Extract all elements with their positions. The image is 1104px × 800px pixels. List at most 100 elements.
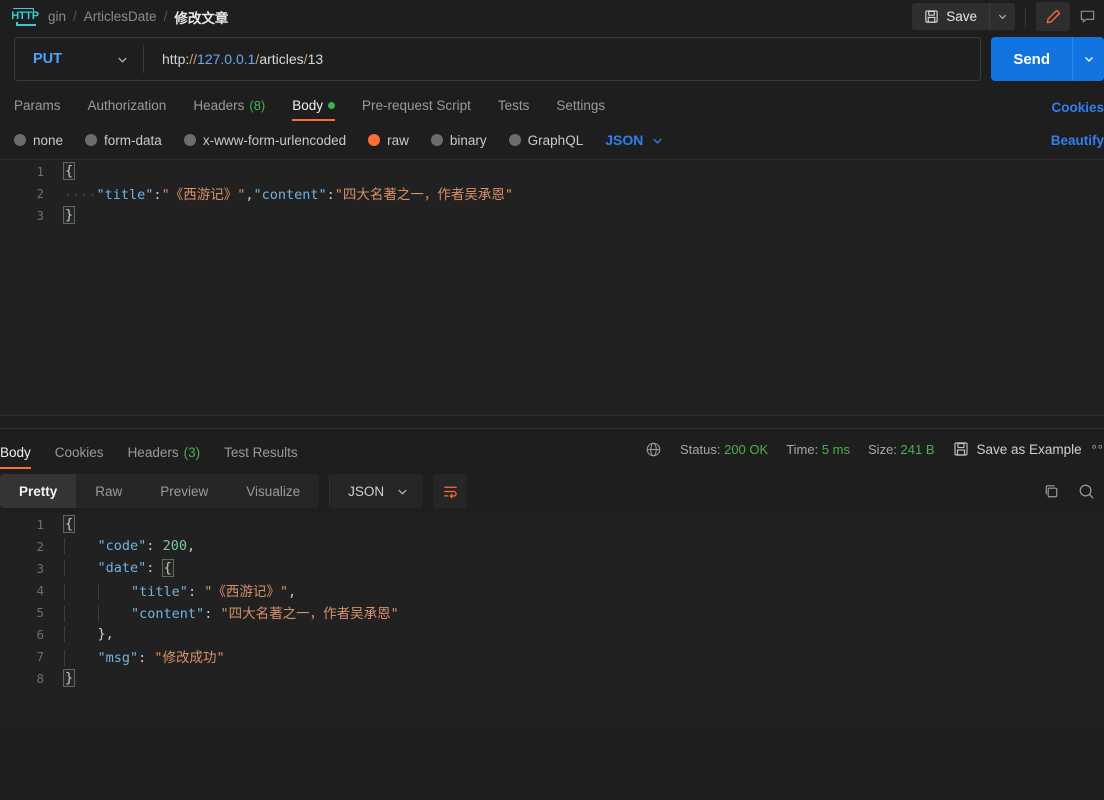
code-line: 1 { [0, 160, 1104, 182]
json-key: "content" [131, 606, 205, 622]
view-tab-visualize[interactable]: Visualize [227, 474, 319, 508]
method-selector[interactable]: PUT [15, 51, 143, 67]
save-button-label: Save [946, 9, 977, 24]
tab-settings[interactable]: Settings [556, 98, 605, 121]
breadcrumb-item-collection[interactable]: ArticlesDate [84, 9, 157, 24]
beautify-link[interactable]: Beautify [1051, 133, 1104, 148]
tab-pre-request-script[interactable]: Pre-request Script [362, 98, 471, 121]
chevron-down-icon [651, 134, 664, 147]
url-path-segment: articles [259, 51, 304, 67]
response-body-editor[interactable]: 1 { 2 "code": 200, 3 "date": { 4 "title"… [0, 513, 1104, 728]
comment-icon [1079, 8, 1096, 25]
chevron-down-icon [1083, 53, 1095, 65]
request-body-editor[interactable]: 1 { 2 ····"title":"《西游记》","content":"四大名… [0, 159, 1104, 415]
response-tab-body[interactable]: Body [0, 445, 31, 469]
code-content: }, [58, 626, 114, 642]
http-protocol-icon: HTTP [10, 6, 40, 28]
url-input[interactable]: http://127.0.0.1/articles/13 [144, 51, 980, 67]
response-tab-cookies[interactable]: Cookies [55, 445, 104, 469]
table-row: 2 "code": 200, [0, 535, 1104, 557]
body-type-form-data[interactable]: form-data [85, 133, 162, 148]
table-row: 4 "title": "《西游记》", [0, 579, 1104, 601]
save-options-button[interactable] [989, 3, 1015, 30]
radio-icon-selected [368, 134, 381, 146]
breadcrumb: gin / ArticlesDate / 修改文章 [48, 7, 228, 27]
tab-headers-count: (8) [249, 98, 266, 113]
code-content: "title": "《西游记》", [58, 580, 296, 600]
response-tab-headers[interactable]: Headers (3) [128, 445, 201, 469]
radio-icon [430, 134, 443, 146]
code-line: 2 ····"title":"《西游记》","content":"四大名著之一，… [0, 182, 1104, 204]
body-type-binary[interactable]: binary [430, 133, 487, 148]
send-button[interactable]: Send [991, 51, 1072, 68]
response-tab-test-results[interactable]: Test Results [224, 445, 298, 469]
body-modified-dot-icon [328, 102, 336, 109]
save-as-example-button[interactable]: Save as Example [953, 441, 1082, 457]
tab-authorization-label: Authorization [87, 98, 167, 113]
body-type-urlencoded[interactable]: x-www-form-urlencoded [183, 133, 346, 148]
line-number: 6 [36, 626, 44, 642]
cookies-link[interactable]: Cookies [1051, 100, 1104, 115]
line-number: 8 [36, 670, 44, 686]
response-format-selector[interactable]: JSON [329, 474, 424, 508]
copy-icon [1042, 482, 1061, 501]
toolbar-divider [1025, 6, 1026, 27]
json-trail: , [186, 538, 196, 554]
view-tab-raw[interactable]: Raw [76, 474, 141, 508]
top-bar-actions: Save [912, 0, 1104, 33]
breadcrumb-item-workspace[interactable]: gin [48, 9, 66, 24]
send-options-button[interactable] [1072, 37, 1104, 81]
body-format-selector[interactable]: JSON [605, 132, 664, 148]
code-content: } [62, 669, 76, 687]
tab-body-label: Body [292, 98, 324, 113]
copy-button[interactable] [1042, 482, 1061, 501]
tab-body[interactable]: Body [292, 98, 336, 121]
wrap-lines-icon [442, 483, 459, 500]
tab-authorization[interactable]: Authorization [88, 98, 167, 121]
json-value: 200 [162, 538, 187, 554]
line-number: 1 [36, 516, 44, 532]
response-format-control[interactable]: JSON [329, 474, 423, 508]
code-content: { [62, 515, 76, 533]
save-as-example-label: Save as Example [976, 441, 1082, 457]
breadcrumb-item-request[interactable]: 修改文章 [174, 7, 228, 27]
comments-button[interactable] [1070, 2, 1104, 31]
tab-pre-request-script-label: Pre-request Script [362, 98, 471, 113]
line-number: 7 [36, 648, 44, 664]
table-row: 5 "content": "四大名著之一，作者吴承恩" [0, 601, 1104, 623]
search-button[interactable] [1077, 482, 1096, 501]
edit-request-button[interactable] [1036, 2, 1070, 31]
status-value: 200 OK [724, 441, 769, 457]
tab-tests[interactable]: Tests [498, 98, 530, 121]
body-format-label: JSON [605, 132, 644, 148]
tab-headers-label: Headers [193, 98, 245, 113]
time-label: Time: [786, 441, 819, 457]
body-type-graphql[interactable]: GraphQL [508, 133, 583, 148]
json-value: "四大名著之一，作者吴承恩" [220, 606, 399, 622]
line-number: 2 [36, 538, 44, 554]
tab-headers[interactable]: Headers (8) [193, 98, 265, 121]
view-tab-preview[interactable]: Preview [141, 474, 227, 508]
line-number: 1 [36, 163, 44, 179]
body-type-raw[interactable]: raw [368, 133, 409, 148]
url-input-group: PUT http://127.0.0.1/articles/13 [14, 37, 982, 81]
code-content: "content": "四大名著之一，作者吴承恩" [58, 602, 399, 622]
status-label: Status: [680, 441, 721, 457]
tab-params[interactable]: Params [14, 98, 61, 121]
radio-icon [85, 134, 98, 146]
body-type-selector: none form-data x-www-form-urlencoded raw… [0, 121, 1104, 159]
wrap-lines-button[interactable] [433, 474, 468, 508]
body-type-none[interactable]: none [14, 133, 63, 148]
size-badge: Size: 241 B [868, 442, 935, 457]
pane-splitter[interactable] [0, 415, 1104, 429]
send-button-group: Send [991, 37, 1104, 81]
save-button[interactable]: Save [912, 3, 989, 30]
url-path-segment: 13 [307, 51, 324, 67]
response-more-options-button[interactable]: °° [1092, 442, 1104, 457]
url-scheme: http: [162, 51, 190, 67]
chevron-down-icon [396, 485, 409, 498]
view-tab-pretty[interactable]: Pretty [0, 474, 77, 508]
tab-settings-label: Settings [556, 98, 606, 113]
line-number: 3 [36, 207, 44, 223]
line-number: 4 [36, 582, 44, 598]
